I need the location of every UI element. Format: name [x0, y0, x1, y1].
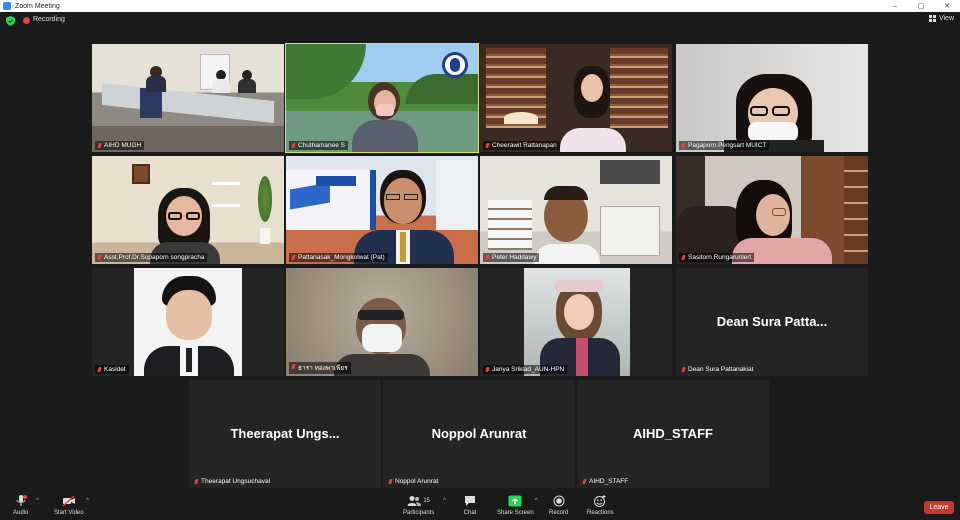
record-button[interactable]: Record — [549, 495, 568, 516]
video-tile-jariya[interactable]: Jariya Sriklad_AUN-HPN — [480, 268, 672, 376]
recording-label: Recording — [33, 16, 65, 23]
share-screen-icon — [508, 495, 522, 507]
participant-name: Asst.Prof.Dr.Supaporn songpracha — [95, 253, 208, 262]
participant-name: Jariya Sriklad_AUN-HPN — [483, 365, 568, 374]
audio-label: Audio — [13, 510, 29, 516]
video-feed — [286, 268, 478, 376]
chat-button[interactable]: Chat — [463, 495, 477, 516]
video-feed — [480, 156, 672, 264]
minimize-button[interactable]: – — [882, 0, 908, 12]
participant-display-name: Theerapat Ungs... — [230, 426, 340, 441]
participants-count: 15 — [423, 498, 431, 504]
reactions-label: Reactions — [587, 510, 614, 516]
video-tile-thara[interactable]: ธารา ทองพาเพียร — [286, 268, 478, 376]
participant-name: Cheerawit Rattanapan — [483, 141, 560, 150]
video-tile-pagaporn[interactable]: Pagaporn Pengsart MUICT — [676, 44, 868, 152]
microphone-icon — [16, 495, 27, 506]
maximize-button[interactable]: ▢ — [908, 0, 934, 12]
participant-name: Sasitorn Rungarunlert — [679, 253, 755, 262]
video-tile-supaporn[interactable]: Asst.Prof.Dr.Supaporn songpracha — [92, 156, 284, 264]
grid-view-icon — [928, 15, 936, 22]
share-screen-label: Share Screen — [497, 510, 534, 516]
video-tile-dean-sura[interactable]: Dean Sura Patta... Dean Sura Pattanakiat — [676, 268, 868, 376]
zoom-logo-icon — [3, 2, 11, 10]
participant-name: Peter Haddawy — [483, 253, 540, 262]
video-feed — [92, 156, 284, 264]
window-title: Zoom Meeting — [15, 2, 60, 10]
meeting-toolbar: Audio ^ Start Video ^ 15 Participants ^ … — [0, 492, 960, 520]
participant-display-name: Noppol Arunrat — [431, 426, 527, 441]
video-tile-aihd-staff[interactable]: AIHD_STAFF AIHD_STAFF — [577, 380, 769, 488]
chat-bubble-icon — [465, 496, 475, 506]
video-feed — [676, 44, 868, 152]
participants-label: Participants — [403, 510, 435, 516]
meeting-topbar: Recording View — [0, 12, 960, 30]
participant-display-name: Dean Sura Patta... — [716, 314, 828, 329]
video-camera-off-icon — [62, 495, 75, 507]
video-feed — [676, 156, 868, 264]
start-video-button[interactable]: Start Video — [54, 495, 84, 516]
record-icon — [553, 495, 565, 507]
reactions-button[interactable]: Reactions — [587, 495, 614, 516]
record-label: Record — [549, 510, 569, 516]
video-feed — [286, 156, 478, 264]
participant-display-name: AIHD_STAFF — [633, 426, 713, 441]
participant-name: Noppol Arunrat — [386, 477, 441, 486]
video-tile-kasidet[interactable]: Kasidet — [92, 268, 284, 376]
chat-label: Chat — [463, 510, 477, 516]
share-screen-button[interactable]: Share Screen — [497, 495, 534, 516]
window-controls: – ▢ ✕ — [882, 0, 960, 12]
video-tile-chuthamanee[interactable]: Chuthamanee S — [285, 43, 479, 153]
participant-name: ธารา ทองพาเพียร — [289, 362, 351, 374]
recording-icon — [23, 17, 30, 24]
video-tile-noppol[interactable]: Noppol Arunrat Noppol Arunrat — [383, 380, 575, 488]
start-video-label: Start Video — [54, 510, 84, 516]
security-shield-icon[interactable] — [6, 16, 15, 26]
participant-name: Pattanasak_Mongkolwat (Pat) — [289, 253, 388, 262]
participant-name: Chuthamanee S — [289, 141, 348, 150]
view-button[interactable]: View — [928, 15, 954, 22]
video-feed — [286, 44, 478, 152]
leave-button[interactable]: Leave — [924, 501, 954, 514]
participants-button[interactable]: 15 Participants — [403, 495, 434, 516]
video-tile-peter[interactable]: Peter Haddawy — [480, 156, 672, 264]
video-feed — [92, 268, 284, 376]
smiley-reactions-icon — [594, 495, 606, 507]
video-tile-pattanasak[interactable]: Pattanasak_Mongkolwat (Pat) — [286, 156, 478, 264]
participant-name: Kasidet — [95, 365, 129, 374]
video-tile-aihd-mugh[interactable]: AIHD MUGH — [92, 44, 284, 152]
participant-name: Dean Sura Pattanakiat — [679, 365, 756, 374]
video-feed — [480, 268, 672, 376]
video-options-chevron-icon[interactable]: ^ — [86, 498, 89, 504]
participant-name: Pagaporn Pengsart MUICT — [679, 141, 770, 150]
participant-name: AIHD_STAFF — [580, 477, 631, 486]
window-titlebar: Zoom Meeting – ▢ ✕ — [0, 0, 960, 12]
participant-name: AIHD MUGH — [95, 141, 145, 150]
audio-button[interactable]: Audio — [13, 495, 28, 516]
close-button[interactable]: ✕ — [934, 0, 960, 12]
video-tile-cheerawit[interactable]: Cheerawit Rattanapan — [480, 44, 672, 152]
participant-name: Theerapat Ungsuchaval — [192, 477, 273, 486]
participants-icon — [407, 496, 422, 506]
video-tile-sasitorn[interactable]: Sasitorn Rungarunlert — [676, 156, 868, 264]
video-feed — [480, 44, 672, 152]
audio-options-chevron-icon[interactable]: ^ — [36, 498, 39, 504]
video-feed — [92, 44, 284, 152]
share-options-chevron-icon[interactable]: ^ — [535, 498, 538, 504]
view-label: View — [938, 15, 954, 22]
participants-options-chevron-icon[interactable]: ^ — [443, 498, 446, 504]
video-tile-theerapat[interactable]: Theerapat Ungs... Theerapat Ungsuchaval — [189, 380, 381, 488]
